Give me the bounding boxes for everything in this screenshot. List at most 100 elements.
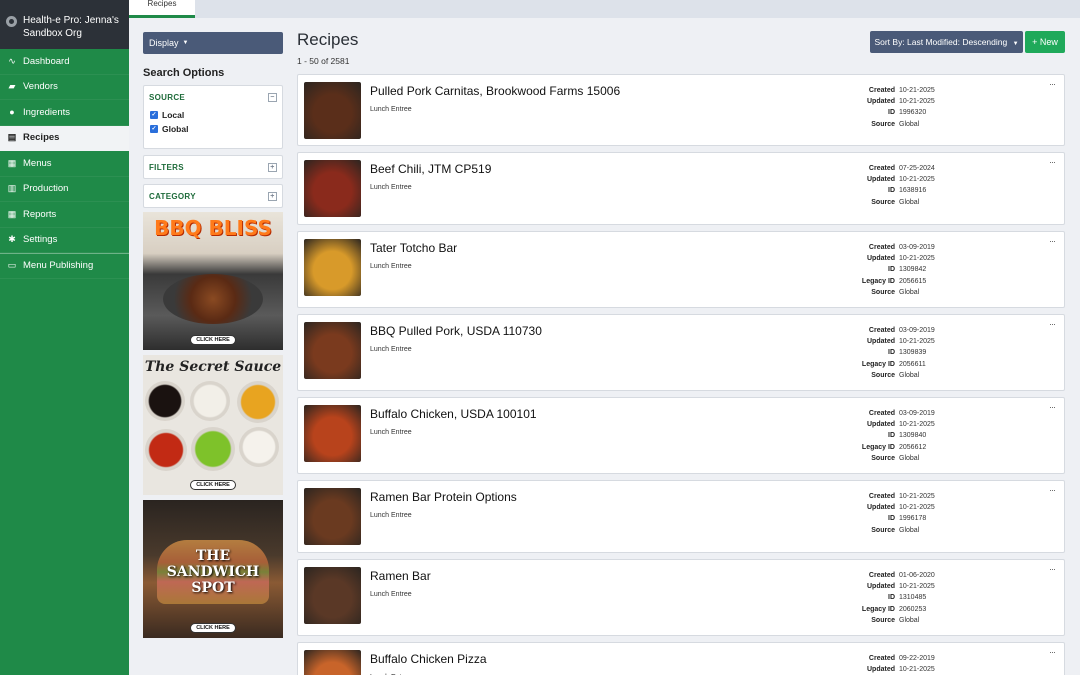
recipe-thumbnail[interactable]	[304, 160, 361, 217]
recipe-thumbnail[interactable]	[304, 82, 361, 139]
recipe-card[interactable]: Beef Chili, JTM CP519 Lunch Entree Created…	[297, 152, 1065, 225]
sidebar-item-ingredients[interactable]: ● Ingredients	[0, 100, 129, 126]
more-options-icon[interactable]: ···	[1049, 319, 1056, 329]
sidebar-item-production[interactable]: ▥ Production	[0, 177, 129, 202]
sidebar-item-dashboard[interactable]: ∿ Dashboard	[0, 49, 129, 75]
meta-value: 10-21-2025	[899, 583, 935, 591]
table-icon: ▦	[7, 208, 17, 219]
recipe-thumbnail[interactable]	[304, 322, 361, 379]
meta-value: 03-09-2019	[899, 244, 935, 251]
meta-row-created: Created 09-22-2019	[828, 653, 935, 664]
meta-value: 10-21-2025	[899, 493, 935, 500]
recipe-card[interactable]: Tater Totcho Bar Lunch Entree Created 03-09…	[297, 231, 1065, 308]
ad-sandwich-spot[interactable]: THE SANDWICH SPOT CLICK HERE	[143, 500, 283, 638]
source-panel-header[interactable]: SOURCE −	[144, 86, 282, 108]
category-panel-header[interactable]: CATEGORY +	[144, 185, 282, 207]
display-dropdown-button[interactable]: Display ▼	[143, 32, 283, 54]
sidebar-item-label: Reports	[23, 208, 57, 220]
expand-icon[interactable]: +	[268, 191, 277, 201]
recipe-card[interactable]: Pulled Pork Carnitas, Brookwood Farms 15…	[297, 74, 1065, 146]
recipe-name[interactable]: Ramen Bar Protein Options	[370, 490, 517, 504]
meta-value: Global	[899, 198, 920, 206]
recipe-card[interactable]: Buffalo Chicken PizzaLunch EntreeCreated…	[297, 642, 1065, 675]
sidebar-item-menus[interactable]: ▦ Menus	[0, 151, 129, 177]
sidebar-item-label: Menu Publishing	[23, 260, 94, 272]
search-options-heading: Search Options	[143, 67, 225, 79]
recipe-card[interactable]: Buffalo Chicken, USDA 100101 Lunch Entree…	[297, 397, 1065, 474]
org-switcher[interactable]: Health-e Pro: Jenna's Sandbox Org	[0, 0, 129, 49]
recipe-name[interactable]: Beef Chili, JTM CP519	[370, 162, 491, 176]
meta-row-id: ID 1309842	[828, 264, 935, 275]
recipe-name[interactable]: BBQ Pulled Pork, USDA 110730	[370, 324, 542, 338]
filters-panel: FILTERS +	[143, 155, 283, 179]
more-options-icon[interactable]: ···	[1049, 157, 1056, 167]
source-option-local[interactable]: ✓ Local	[144, 108, 282, 122]
sidebar-item-menu-publishing[interactable]: ▭ Menu Publishing	[0, 253, 129, 279]
checkbox-checked-icon[interactable]: ✓	[150, 125, 158, 133]
meta-value: Global	[899, 288, 920, 296]
expand-icon[interactable]: +	[268, 162, 277, 172]
meta-label: ID	[888, 432, 895, 440]
source-option-global[interactable]: ✓ Global	[144, 122, 282, 136]
meta-value: 1996178	[899, 515, 927, 523]
more-options-icon[interactable]: ···	[1049, 402, 1056, 412]
ad-bbq-bliss[interactable]: BBQ BLISS CLICK HERE	[143, 212, 283, 350]
meta-value: 07-25-2024	[899, 165, 935, 172]
recipe-thumbnail[interactable]	[304, 239, 361, 296]
recipe-thumbnail[interactable]	[304, 650, 361, 675]
meta-row-id: ID 1638916	[828, 185, 935, 196]
recipe-card[interactable]: Ramen Bar Protein Options Lunch Entree Cre…	[297, 480, 1065, 553]
ad-click-here-button[interactable]: CLICK HERE	[190, 335, 236, 345]
filter-column: Display ▼ Search Options SOURCE − ✓ Loca…	[143, 32, 283, 638]
more-options-icon[interactable]: ···	[1049, 564, 1056, 574]
recipe-name[interactable]: Buffalo Chicken, USDA 100101	[370, 407, 537, 421]
meta-value: 10-21-2025	[899, 87, 935, 94]
recipe-card[interactable]: Ramen Bar Lunch Entree Created 01-06-2020 Up…	[297, 559, 1065, 636]
ad-click-here-button[interactable]: CLICK HERE	[190, 623, 236, 633]
meta-label: Updated	[867, 176, 895, 184]
ad-click-here-button[interactable]: CLICK HERE	[190, 480, 236, 490]
checkbox-checked-icon[interactable]: ✓	[150, 111, 158, 119]
meta-label: Updated	[867, 98, 895, 106]
meta-label: Updated	[867, 583, 895, 591]
meta-value: 10-21-2025	[899, 666, 935, 674]
new-recipe-button[interactable]: + New	[1025, 31, 1065, 53]
sidebar-item-vendors[interactable]: ▰ Vendors	[0, 75, 129, 100]
sidebar-item-settings[interactable]: ✱ Settings	[0, 228, 129, 253]
meta-label: Updated	[867, 338, 895, 346]
recipe-name[interactable]: Buffalo Chicken Pizza	[370, 652, 487, 666]
recipe-thumbnail[interactable]	[304, 488, 361, 545]
sidebar-item-recipes[interactable]: ▤ Recipes	[0, 125, 129, 151]
meta-row-updated: Updated 10-21-2025	[828, 664, 935, 675]
meta-row-legacy-id: Legacy ID 2056615	[828, 276, 935, 287]
recipe-thumbnail[interactable]	[304, 567, 361, 624]
meta-label: ID	[888, 515, 895, 523]
more-options-icon[interactable]: ···	[1049, 236, 1056, 246]
tab-recipes[interactable]: Recipes	[129, 0, 195, 18]
meta-label: Source	[871, 526, 895, 534]
recipe-thumbnail[interactable]	[304, 405, 361, 462]
meta-label: Source	[871, 616, 895, 624]
sidebar-item-reports[interactable]: ▦ Reports	[0, 202, 129, 228]
more-options-icon[interactable]: ···	[1049, 647, 1056, 657]
recipe-name[interactable]: Tater Totcho Bar	[370, 241, 457, 255]
recipe-category: Lunch Entree	[370, 263, 412, 270]
sidebar-item-label: Menus	[23, 157, 52, 169]
recipe-name[interactable]: Pulled Pork Carnitas, Brookwood Farms 15…	[370, 84, 620, 98]
meta-label: Created	[868, 410, 895, 417]
meta-row-source: Source Global	[828, 615, 935, 626]
collapse-icon[interactable]: −	[268, 92, 277, 102]
meta-value: 10-21-2025	[899, 98, 935, 106]
meta-row-id: ID 1310485	[828, 592, 935, 603]
more-options-icon[interactable]: ···	[1049, 485, 1056, 495]
ad-secret-sauce[interactable]: The Secret Sauce CLICK HERE	[143, 355, 283, 495]
more-options-icon[interactable]: ···	[1049, 79, 1056, 89]
filters-panel-header[interactable]: FILTERS +	[144, 156, 282, 178]
recipe-meta: Created 03-09-2019 Updated 10-21-2025 ID 1309…	[828, 408, 935, 464]
sort-dropdown-button[interactable]: Sort By: Last Modified: Descending ▼	[870, 31, 1023, 53]
recipe-name[interactable]: Ramen Bar	[370, 569, 431, 583]
source-option-label: Global	[162, 124, 189, 134]
meta-label: Legacy ID	[861, 360, 895, 368]
recipe-card[interactable]: BBQ Pulled Pork, USDA 110730 Lunch Entree…	[297, 314, 1065, 391]
recipe-category: Lunch Entree	[370, 512, 412, 519]
